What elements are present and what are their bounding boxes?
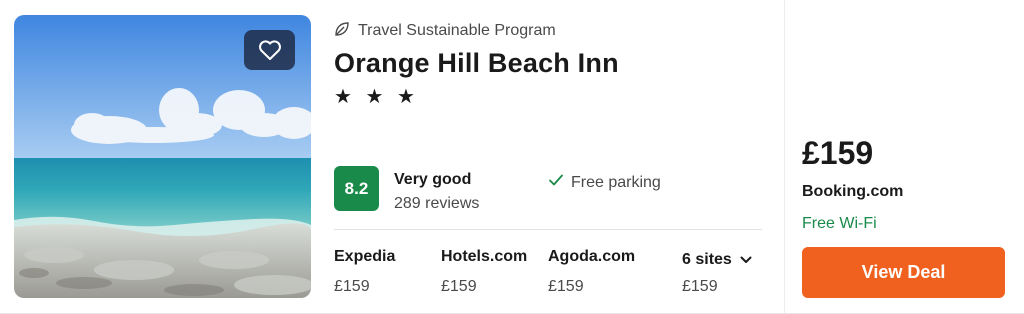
- favorite-button[interactable]: [244, 30, 295, 70]
- site-price: £159: [682, 278, 718, 295]
- deal-provider: Booking.com: [802, 183, 904, 200]
- view-deal-button[interactable]: View Deal: [802, 247, 1005, 298]
- site-price: £159: [548, 278, 584, 295]
- hotel-result-card: Travel Sustainable Program Orange Hill B…: [0, 0, 1024, 314]
- leaf-icon: [334, 21, 350, 42]
- more-sites-dropdown[interactable]: 6 sites £159: [682, 248, 752, 296]
- site-price-agoda[interactable]: Agoda.com £159: [548, 248, 635, 296]
- hotel-photo[interactable]: [14, 15, 311, 298]
- deal-panel-separator: [784, 0, 785, 314]
- divider: [334, 229, 762, 230]
- more-sites-label: 6 sites: [682, 251, 732, 268]
- sustainability-badge: Travel Sustainable Program: [334, 21, 556, 41]
- more-sites-label-row: 6 sites: [682, 250, 752, 270]
- deal-perk: Free Wi-Fi: [802, 215, 877, 232]
- amenity-label: Free parking: [571, 173, 661, 191]
- review-score-badge: 8.2: [334, 166, 379, 211]
- amenity-free-parking: Free parking: [548, 173, 661, 192]
- site-price: £159: [334, 278, 370, 295]
- star-rating: ★ ★ ★: [334, 86, 419, 108]
- site-price-expedia[interactable]: Expedia £159: [334, 248, 395, 296]
- site-price-hotels-com[interactable]: Hotels.com £159: [441, 248, 527, 296]
- program-label: Travel Sustainable Program: [358, 22, 556, 39]
- site-name: Hotels.com: [441, 248, 528, 265]
- rating-label: Very good: [394, 171, 472, 188]
- site-price: £159: [441, 278, 477, 295]
- hotel-name[interactable]: Orange Hill Beach Inn: [334, 48, 619, 79]
- heart-icon: [258, 39, 282, 61]
- deal-price: £159: [802, 135, 874, 171]
- chevron-down-icon: [740, 251, 752, 269]
- site-name: Expedia: [334, 248, 396, 265]
- site-name: Agoda.com: [548, 248, 636, 265]
- review-count[interactable]: 289 reviews: [394, 195, 479, 213]
- check-icon: [548, 173, 564, 192]
